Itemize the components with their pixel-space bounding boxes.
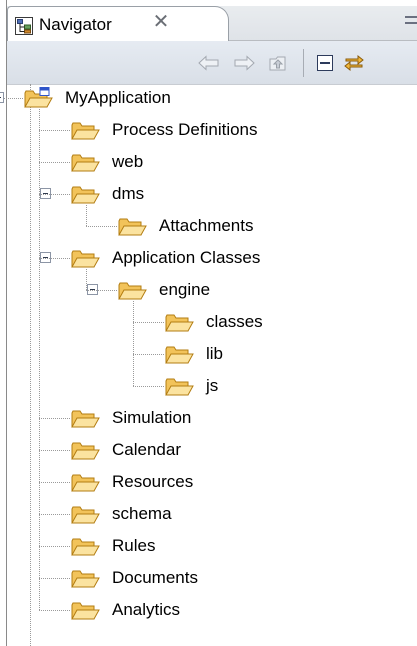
tree-item-label: Calendar [112,440,181,459]
tree-item-label: Analytics [112,600,181,619]
back-arrow-icon[interactable] [196,51,222,75]
folder-icon [70,503,100,525]
view-tab-bar: Navigator ✕ [7,6,417,42]
tree-item-label: lib [206,344,224,363]
folder-icon [164,343,194,365]
tree-connector [133,386,164,387]
tree-item-label: Simulation [112,408,192,427]
tree-connector [39,546,70,547]
tree-connector [133,354,164,355]
folder-icon [117,215,147,237]
folder-icon [70,471,100,493]
forward-arrow-icon[interactable] [231,51,257,75]
up-level-icon[interactable] [265,51,291,75]
tree-item-label: Resources [112,472,194,491]
tree-connector [39,514,70,515]
tree-item-calendar[interactable]: Calendar [70,434,181,466]
tree-connector [39,450,70,451]
tree-item-attachments[interactable]: Attachments [117,210,254,242]
view-toolbar [7,41,417,85]
tree-item-label: engine [159,280,211,299]
folder-icon [70,599,100,621]
folder-icon [117,279,147,301]
tree-item-label: schema [112,504,172,523]
tree-item-documents[interactable]: Documents [70,562,198,594]
tab-label: Navigator [39,15,112,34]
tree-connector [98,290,117,291]
tree-connector [39,610,70,611]
tree-connector [39,109,40,610]
tree-item-js[interactable]: js [164,370,218,402]
tree-connector [39,418,70,419]
tree-item-rules[interactable]: Rules [70,530,155,562]
tree-item-label: classes [206,312,263,331]
tree-item-lib[interactable]: lib [164,338,223,370]
folder-icon [70,119,100,141]
tree-connector [86,226,117,227]
folder-icon [70,567,100,589]
tree-connector [51,194,70,195]
folder-icon [164,311,194,333]
tree-item-application-classes[interactable]: Application Classes [70,242,260,274]
navigator-view-icon [15,17,33,35]
tree-item-engine[interactable]: engine [117,274,210,306]
tree-item-label: Process Definitions [112,120,258,139]
tree-item-analytics[interactable]: Analytics [70,594,180,626]
tree-item-label: Attachments [159,216,254,235]
tree-connector [133,301,134,386]
minimize-view-icon[interactable] [405,16,417,24]
tree-connector [39,578,70,579]
tree-item-web[interactable]: web [70,146,143,178]
folder-icon [70,439,100,461]
folder-icon [70,407,100,429]
link-with-editor-icon[interactable] [341,51,367,75]
tree-item-label: Application Classes [112,248,261,267]
tree-item-label: web [112,152,144,171]
tree-connector [39,130,70,131]
tree-connector [39,162,70,163]
folder-icon [70,247,100,269]
tree-connector [30,84,31,646]
tree-connector [4,98,23,99]
tree-item-dms[interactable]: dms [70,178,144,210]
navigator-tree: MyApplication Process Definitions web dms At… [0,84,417,646]
tree-item-label: Documents [112,568,198,587]
collapse-all-icon[interactable] [313,51,337,75]
tree-item-label: Rules [112,536,156,555]
tree-root-myapplication[interactable]: MyApplication [23,82,171,114]
tab-navigator[interactable]: Navigator ✕ [7,6,229,42]
toolbar-separator [303,49,304,77]
tree-connector [51,258,70,259]
tree-connector [133,322,164,323]
tree-item-process-definitions[interactable]: Process Definitions [70,114,258,146]
close-icon[interactable]: ✕ [151,12,171,32]
tree-item-classes[interactable]: classes [164,306,263,338]
folder-icon [70,151,100,173]
tree-item-label: dms [112,184,145,203]
project-folder-icon [23,87,53,109]
tree-item-simulation[interactable]: Simulation [70,402,191,434]
tree-item-schema[interactable]: schema [70,498,172,530]
folder-icon [70,535,100,557]
folder-icon [70,183,100,205]
tree-connector [39,482,70,483]
tree-item-resources[interactable]: Resources [70,466,193,498]
tree-item-label: MyApplication [65,88,171,107]
tree-item-label: js [206,376,219,395]
folder-icon [164,375,194,397]
